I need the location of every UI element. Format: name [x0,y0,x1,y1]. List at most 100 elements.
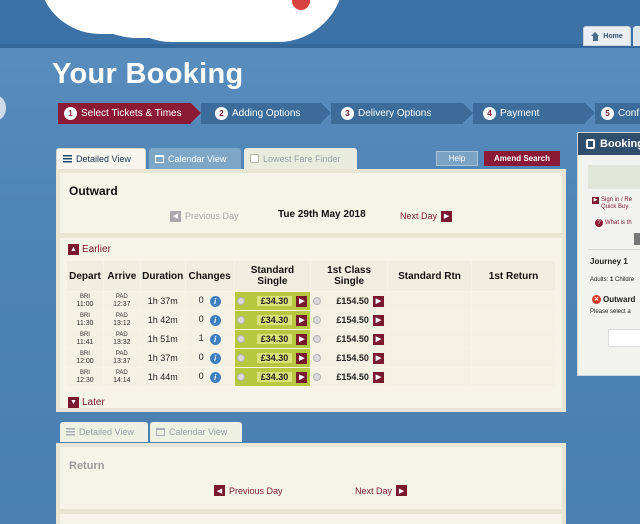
col-changes: Changes [185,261,234,291]
side-button[interactable] [634,233,640,245]
tab-detailed-view[interactable]: Detailed View [56,148,146,169]
standard-single-cell[interactable]: £34.30 ▶ [234,349,311,367]
chevron-right-icon[interactable]: ▶ [372,295,384,307]
changes-cell: 0i [185,311,234,329]
fare-price: £154.50 [336,353,369,363]
radio-button[interactable] [313,297,322,305]
radio-button[interactable] [236,297,245,305]
chevron-right-icon[interactable]: ▶ [372,371,384,383]
signin-line: Sign in / Re [601,197,633,203]
home-icon [591,31,600,41]
outward-panel: Outward ◀ Previous Day Tue 29th May 2018… [56,169,566,412]
info-icon[interactable]: i [209,371,221,383]
chevron-right-icon[interactable]: ▶ [372,352,384,364]
depart-cell: BRI 11:00 [67,292,103,310]
first-single-cell[interactable]: £154.50 ▶ [311,349,387,367]
standard-single-cell[interactable]: £34.30 ▶ [234,292,311,310]
adults-label: Adults: [590,277,609,283]
train-icon [586,139,595,149]
later-link[interactable]: ▼ Later [68,397,105,408]
table-row: BRI 11:00 PAD 12:37 1h 37m 0i £34.30 ▶ £154… [67,292,555,310]
changes-count: 0 [198,371,204,382]
home-tab[interactable]: Home [583,26,631,46]
depart-station: BRI [79,313,90,319]
fare-price-wrap: £34.30 ▶ [256,371,308,383]
progress-steps: 1 Select Tickets & Times 2 Adding Option… [58,103,640,124]
first-single-cell[interactable]: £154.50 ▶ [311,311,387,329]
chevron-right-icon[interactable]: ▶ [296,371,308,383]
earlier-link[interactable]: ▲ Earlier [68,244,111,255]
next-top-tab[interactable] [633,26,640,46]
arrive-station: PAD [115,351,128,357]
standard-single-cell[interactable]: £34.30 ▶ [234,311,311,329]
tab-label: Detailed View [76,154,131,164]
first-single-cell[interactable]: £154.50 ▶ [311,330,387,348]
first-return-cell [472,292,555,310]
first-single-cell[interactable]: £154.50 ▶ [311,292,387,310]
fare-price: £34.30 [256,296,293,306]
sign-in-link[interactable]: ▶ Sign in / Re Quick Buy [592,197,632,211]
radio-button[interactable] [236,316,245,324]
chevron-right-icon[interactable]: ▶ [372,333,384,345]
tab-calendar-view[interactable]: Calendar View [149,148,241,169]
standard-single-cell[interactable]: £34.30 ▶ [234,368,311,386]
return-tab-calendar-view[interactable]: Calendar View [150,422,242,442]
what-is-link[interactable]: ? What is th [595,219,632,227]
current-date: Tue 29th May 2018 [278,209,366,220]
fare-option: £154.50 ▶ [311,333,387,345]
standard-single-cell[interactable]: £34.30 ▶ [234,330,311,348]
info-icon[interactable]: i [209,352,221,364]
first-single-cell[interactable]: £154.50 ▶ [311,368,387,386]
return-previous-day-link[interactable]: ◀ Previous Day [214,485,283,496]
radio-button[interactable] [313,316,322,324]
step-delivery-options: 3 Delivery Options [331,103,475,124]
chevron-right-icon[interactable]: ▶ [372,314,384,326]
chevron-left-icon: ◀ [214,485,225,496]
radio-button[interactable] [236,373,245,381]
next-day-link[interactable]: Next Day ▶ [400,209,453,223]
info-icon[interactable]: i [209,333,221,345]
chevron-right-icon[interactable]: ▶ [296,352,308,364]
link-label: Later [82,397,105,408]
col-standard-return: Standard Rtn [387,261,472,291]
info-icon[interactable]: i [209,295,221,307]
chevron-right-icon[interactable]: ▶ [296,295,308,307]
depart-cell: BRI 11:30 [67,311,103,329]
fare-price-wrap: £34.30 ▶ [256,295,308,307]
arrive-cell: PAD 13:32 [103,330,140,348]
info-icon[interactable]: i [209,314,221,326]
arrive-time: 13:32 [113,339,131,346]
radio-button[interactable] [313,335,322,343]
fare-price: £34.30 [256,334,293,344]
depart-cell: BRI 11:41 [67,330,103,348]
depart-time: 11:00 [76,301,94,308]
chevron-right-icon[interactable]: ▶ [296,314,308,326]
amend-search-button[interactable]: Amend Search [484,151,560,166]
fare-price-wrap: £154.50 ▶ [336,333,384,345]
question-icon: ? [595,219,603,227]
arrive-station: PAD [115,370,128,376]
col-duration: Duration [140,261,185,291]
link-label: Previous Day [185,211,239,221]
signin-line: Quick Buy [601,204,629,210]
changes-count: 1 [198,333,204,344]
table-row: BRI 12:30 PAD 14:14 1h 44m 0i £34.30 ▶ £154… [67,368,555,386]
chevron-right-icon[interactable]: ▶ [296,333,308,345]
fare-price-wrap: £154.50 ▶ [336,314,384,326]
children-label: Childre [615,277,635,283]
please-select-text: Please select a [590,309,631,315]
return-next-day-link[interactable]: Next Day ▶ [355,485,408,496]
previous-day-link[interactable]: ◀ Previous Day [170,209,239,223]
help-button[interactable]: Help [436,151,478,166]
radio-button[interactable] [236,354,245,362]
tab-lowest-fare-finder[interactable]: Lowest Fare Finder [244,148,357,169]
step-label: Payment [500,108,540,119]
return-tab-detailed-view[interactable]: Detailed View [60,422,148,442]
duration-cell: 1h 44m [140,368,185,386]
standard-return-cell [387,368,472,386]
radio-button[interactable] [313,373,322,381]
radio-button[interactable] [236,335,245,343]
radio-button[interactable] [313,354,322,362]
first-return-cell [472,368,555,386]
link-label: Earlier [82,244,111,255]
